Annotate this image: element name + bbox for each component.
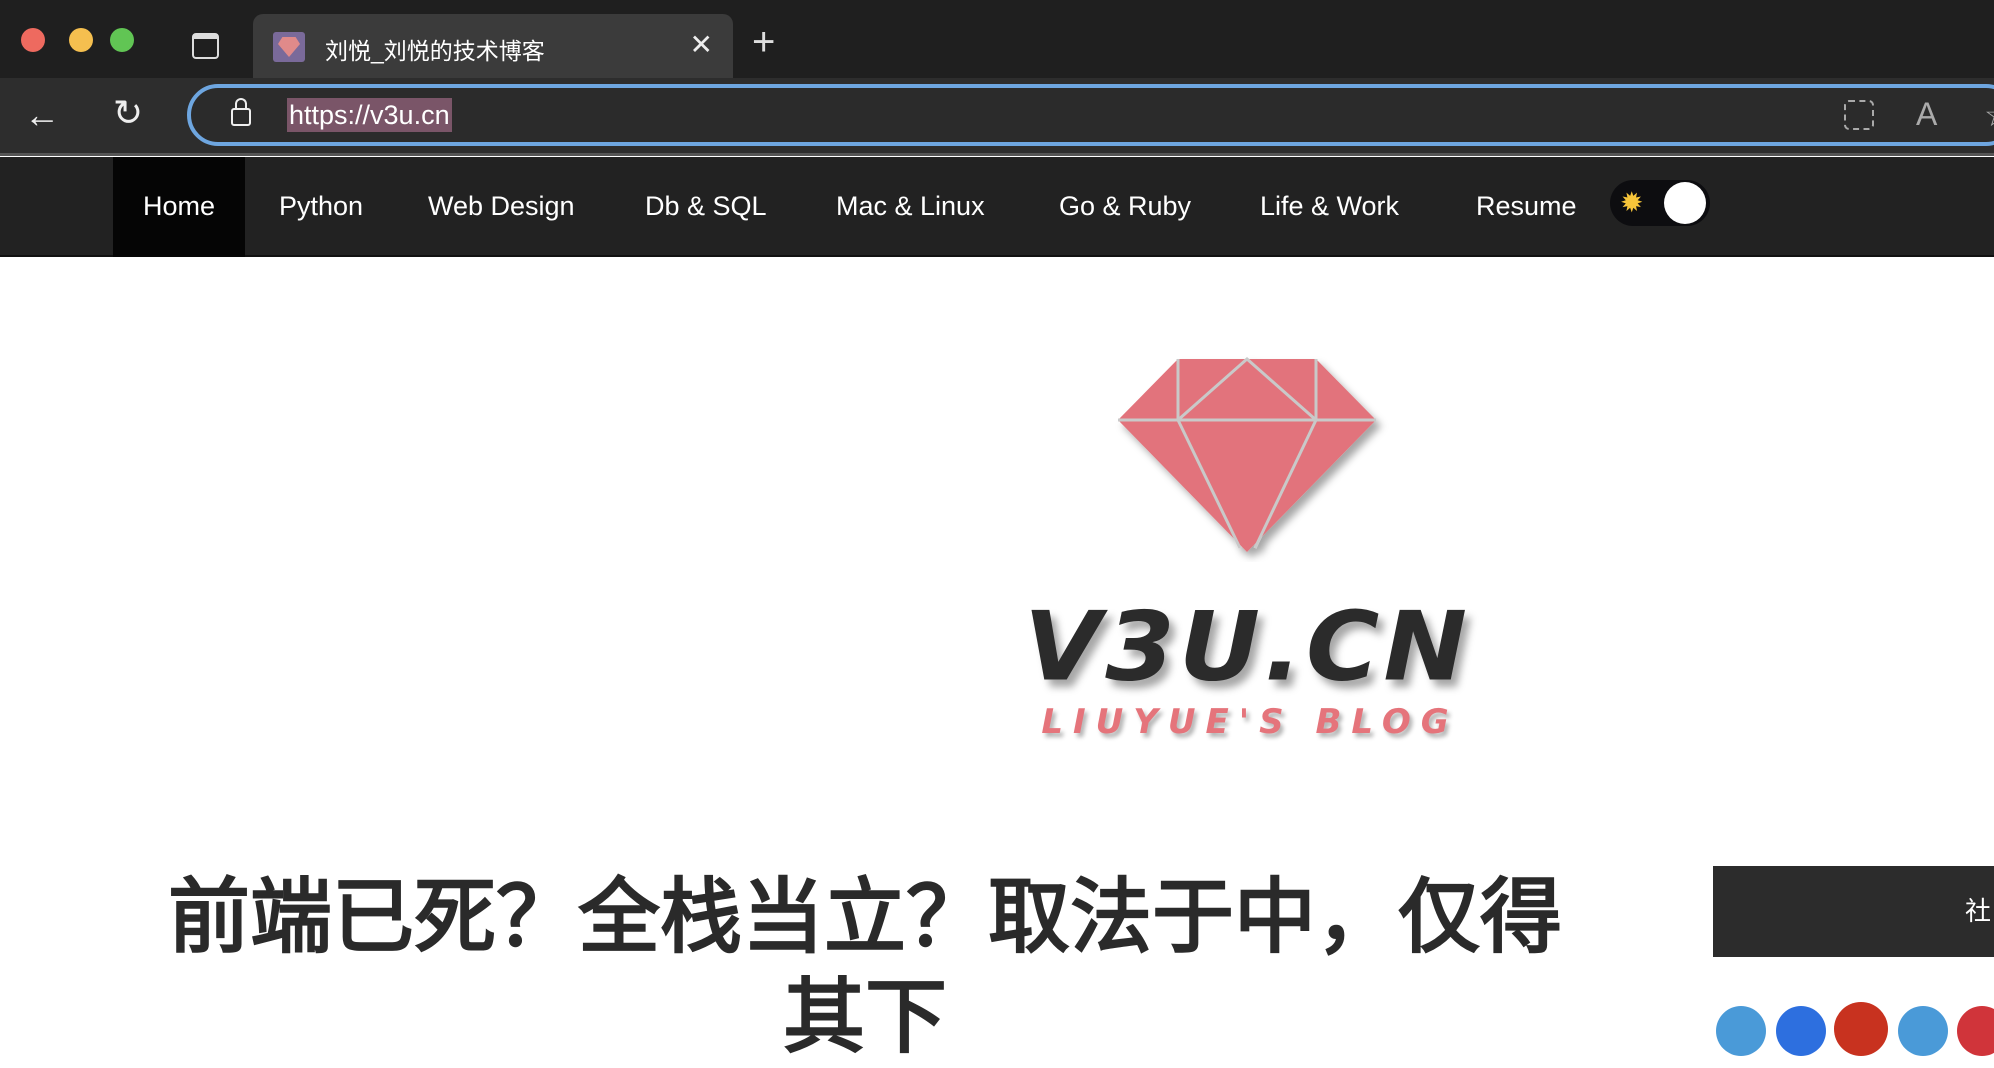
favorite-icon[interactable]: ☆	[1984, 96, 1994, 134]
tab-title: 刘悦_刘悦的技术博客	[325, 38, 545, 64]
nav-python[interactable]: Python	[249, 157, 393, 257]
read-aloud-icon[interactable]: A	[1916, 96, 1937, 133]
maximize-window-button[interactable]	[110, 28, 134, 52]
sun-icon: ✹	[1620, 187, 1644, 218]
logo-wordmark: V3U.CN	[1023, 590, 1472, 703]
logo-tagline: LIUYUE'S BLOG	[1041, 702, 1459, 742]
favicon	[273, 32, 305, 62]
post-title[interactable]: 前端已死？全栈当立？取法于中，仅得其下	[140, 868, 1590, 1068]
tab-bar: 刘悦_刘悦的技术博客 ✕ +	[0, 0, 1994, 78]
lock-shackle	[235, 98, 247, 110]
nav-db-sql[interactable]: Db & SQL	[615, 157, 797, 257]
theme-toggle[interactable]: ✹	[1610, 180, 1710, 226]
sidebar-toggle-icon[interactable]	[192, 33, 219, 59]
close-window-button[interactable]	[21, 28, 45, 52]
nav-go-ruby[interactable]: Go & Ruby	[1029, 157, 1221, 257]
nav-resume[interactable]: Resume	[1446, 157, 1607, 257]
minimize-window-button[interactable]	[69, 28, 93, 52]
nav-life-work[interactable]: Life & Work	[1230, 157, 1429, 257]
social-csdn-icon[interactable]	[1957, 1006, 1994, 1056]
reload-icon[interactable]: ↻	[113, 92, 143, 134]
nav-mac-linux[interactable]: Mac & Linux	[806, 157, 1015, 257]
url-text[interactable]: https://v3u.cn	[287, 98, 452, 132]
social-bilibili-icon[interactable]	[1716, 1006, 1766, 1056]
tab-active[interactable]: 刘悦_刘悦的技术博客 ✕	[253, 14, 733, 78]
new-tab-icon[interactable]: +	[752, 20, 775, 65]
toolbar: ← ↻ https://v3u.cn A ☆	[0, 78, 1994, 156]
sidebar-widget-title: 社	[1713, 866, 1994, 957]
address-bar[interactable]: https://v3u.cn A ☆	[187, 84, 1994, 146]
lock-icon[interactable]	[231, 108, 251, 126]
social-github-icon[interactable]	[1898, 1006, 1948, 1056]
app-grid-icon[interactable]	[1844, 100, 1874, 130]
close-icon[interactable]: ✕	[690, 28, 713, 61]
back-icon[interactable]: ←	[24, 94, 60, 136]
diamond-logo-icon	[1118, 356, 1376, 552]
nav-home[interactable]: Home	[113, 157, 246, 257]
nav-web-design[interactable]: Web Design	[398, 157, 605, 257]
toggle-knob	[1664, 182, 1706, 224]
social-weibo-icon[interactable]	[1834, 1002, 1888, 1056]
social-zhihu-icon[interactable]	[1776, 1006, 1826, 1056]
